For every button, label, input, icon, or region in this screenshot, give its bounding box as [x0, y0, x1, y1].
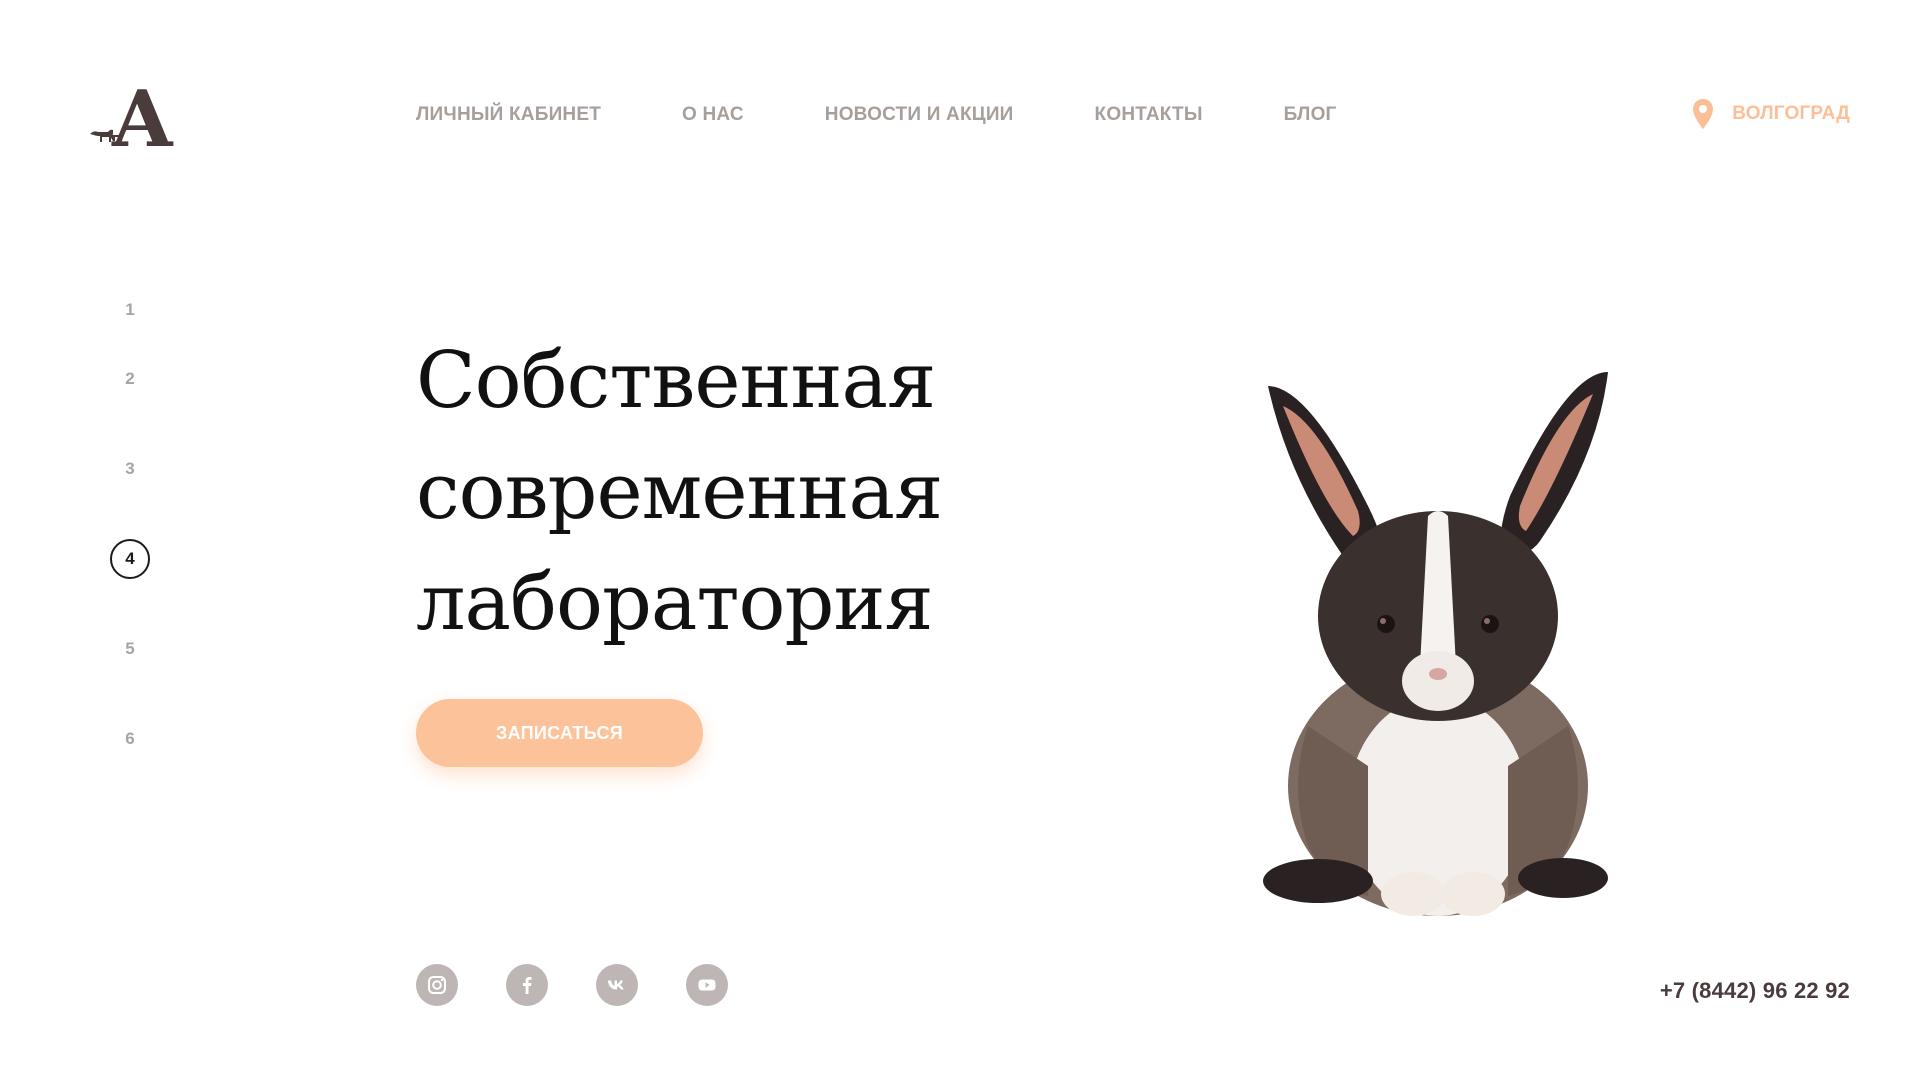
hero-title-line-2: современная — [416, 447, 943, 537]
main-nav: ЛИЧНЫЙ КАБИНЕТ О НАС НОВОСТИ И АКЦИИ КОН… — [416, 104, 1418, 126]
pager-item-6[interactable]: 6 — [108, 694, 152, 784]
youtube-icon — [698, 979, 716, 991]
nav-item-account[interactable]: ЛИЧНЫЙ КАБИНЕТ — [416, 104, 601, 126]
city-label: ВОЛГОГРАД — [1732, 103, 1850, 124]
instagram-icon — [428, 976, 446, 994]
vk-link[interactable] — [596, 964, 638, 1006]
pager-active-indicator: 4 — [110, 539, 150, 579]
pager-item-1[interactable]: 1 — [108, 300, 152, 334]
nav-item-news[interactable]: НОВОСТИ И АКЦИИ — [825, 104, 1014, 126]
nav-item-contacts[interactable]: КОНТАКТЫ — [1095, 104, 1203, 126]
location-pin-icon — [1693, 99, 1714, 129]
instagram-link[interactable] — [416, 964, 458, 1006]
vk-icon — [608, 980, 624, 990]
city-selector[interactable]: ВОЛГОГРАД — [1692, 98, 1850, 130]
nav-item-blog[interactable]: БЛОГ — [1284, 104, 1337, 126]
logo-mark: A — [90, 80, 174, 150]
nav-item-about[interactable]: О НАС — [682, 104, 744, 126]
signup-button[interactable]: ЗАПИСАТЬСЯ — [416, 699, 703, 767]
pager-item-2[interactable]: 2 — [108, 334, 152, 424]
youtube-link[interactable] — [686, 964, 728, 1006]
pager-item-5[interactable]: 5 — [108, 604, 152, 694]
social-links — [416, 964, 776, 1006]
facebook-icon — [523, 977, 532, 994]
hero-title-line-1: Собственная — [416, 336, 936, 426]
pager-item-4-active[interactable]: 4 — [108, 514, 152, 604]
pager-item-3[interactable]: 3 — [108, 424, 152, 514]
slide-pager: 1 2 3 4 5 6 — [108, 300, 152, 784]
hero-title-line-3: лаборатория — [416, 558, 934, 648]
phone-number[interactable]: +7 (8442) 96 22 92 — [1660, 978, 1850, 1004]
rabbit-image — [1248, 366, 1628, 926]
hero-title: Собственная современная лаборатория — [416, 326, 943, 659]
logo[interactable]: A — [90, 80, 176, 150]
facebook-link[interactable] — [506, 964, 548, 1006]
